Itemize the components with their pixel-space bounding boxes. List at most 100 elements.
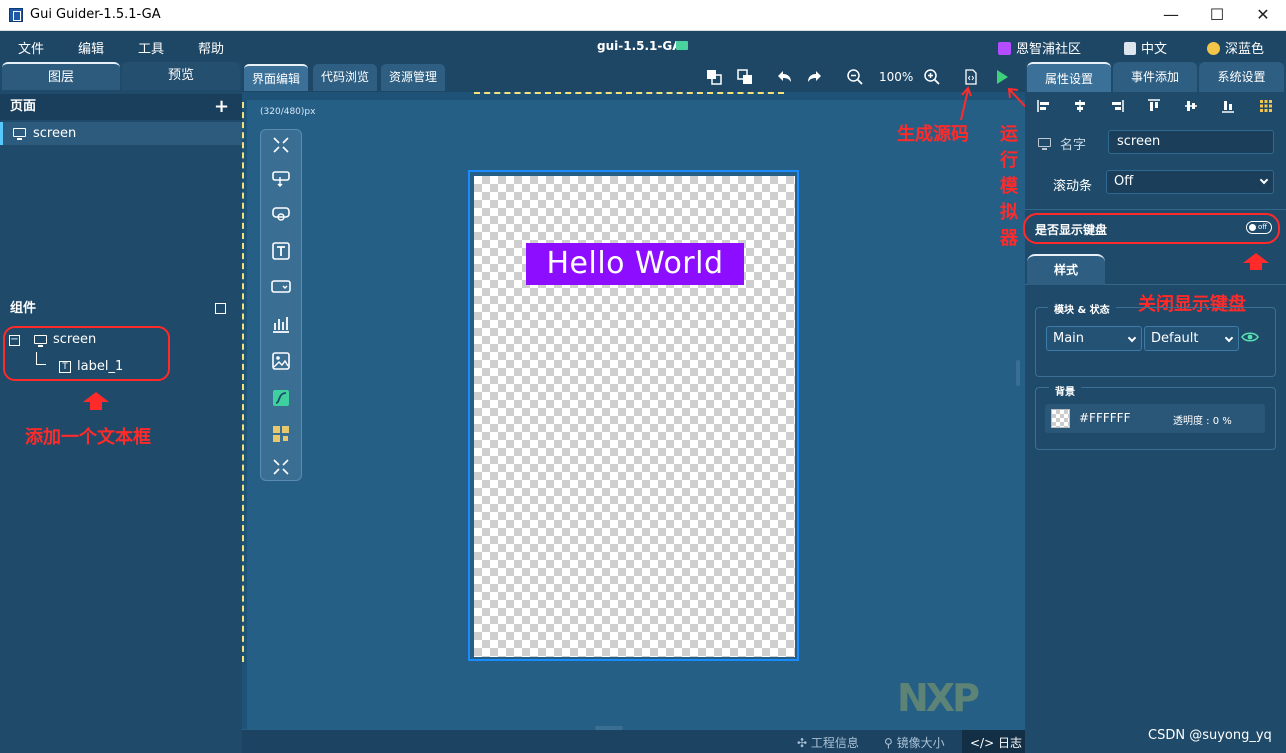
editor-area: 界面编辑 代码浏览 资源管理 100% (320/480)px 生成源码 运行模… [242,62,1037,753]
annotation-arrow-stem [90,402,102,410]
theme-selector[interactable]: 深蓝色 [1207,38,1264,57]
undo-icon[interactable] [775,68,793,86]
state-value: Default [1151,331,1199,346]
expand-toolbox-icon[interactable] [270,456,292,478]
status-bar: ✣ 工程信息 ⚲ 镜像大小 </> 日志 [242,730,1025,753]
name-field[interactable]: screen [1108,130,1274,154]
editor-tabbar: 界面编辑 代码浏览 资源管理 100% [242,62,1025,92]
chevron-down-icon [1259,175,1269,185]
annotation-box-tree [3,326,170,381]
tab-events[interactable]: 事件添加 [1113,62,1197,92]
bring-front-icon[interactable] [705,68,723,86]
module-select[interactable]: Main [1046,326,1142,351]
chevron-down-icon [1224,333,1234,343]
grid-icon[interactable] [1259,99,1273,113]
tab-style[interactable]: 样式 [1027,254,1105,285]
monitor-icon [1038,138,1051,150]
screen-canvas[interactable]: Hello World [474,176,795,657]
title-bar: Gui Guider-1.5.1-GA — ☐ ✕ [0,0,1286,31]
hello-world-label[interactable]: Hello World [526,243,744,285]
align-middle-icon[interactable] [1184,99,1198,113]
panel-resize-handle[interactable] [1016,360,1020,386]
annotation-add-textbox: 添加一个文本框 [25,427,151,448]
eye-icon[interactable] [1241,330,1259,344]
menu-help[interactable]: 帮助 [198,38,224,57]
annotation-arrow-icon [960,86,972,121]
mirror-size-label: 镜像大小 [896,736,945,750]
monitor-icon [13,128,26,140]
scrollbar-label: 滚动条 [1053,179,1093,194]
zoom-out-icon[interactable] [846,68,864,86]
tab-preview[interactable]: 预览 [122,62,240,90]
color-swatch[interactable] [1051,409,1070,428]
tab-code-browser[interactable]: 代码浏览 [313,64,378,91]
chevron-down-icon [1127,333,1137,343]
components-header-label: 组件 [10,301,37,316]
image-button-icon[interactable] [270,203,292,225]
align-center-icon[interactable] [1073,99,1087,113]
bg-color-value: #FFFFFF [1079,411,1131,425]
app-icon [9,8,23,22]
close-button[interactable]: ✕ [1240,0,1286,30]
resolution-label: (320/480)px [260,107,316,117]
align-right-icon[interactable] [1110,99,1124,113]
send-back-icon[interactable] [736,68,754,86]
info-icon: ✣ [797,736,811,750]
project-info-label: 工程信息 [810,736,859,750]
right-panel: 属性设置 事件添加 系统设置 名字 screen 滚动条 Off 是否显示键盘 … [1023,62,1286,753]
menu-tools[interactable]: 工具 [138,38,164,57]
menu-edit[interactable]: 编辑 [78,38,104,57]
tab-properties[interactable]: 属性设置 [1027,62,1111,92]
tab-system-settings[interactable]: 系统设置 [1199,62,1284,92]
left-panel: 图层 预览 页面 + screen 组件 − screen T label_1 … [0,62,242,753]
annotation-arrow-icon [83,392,109,402]
menu-file[interactable]: 文件 [18,38,44,57]
dropdown-widget-icon[interactable] [270,276,292,298]
folder-icon[interactable] [676,41,688,50]
language-selector[interactable]: 中文 [1124,38,1167,57]
annotation-arrow-stem [1250,262,1262,270]
zoom-in-icon[interactable] [923,68,941,86]
components-header: 组件 [0,296,242,322]
pages-header: 页面 [0,94,242,120]
button-widget-icon[interactable] [270,167,292,189]
module-value: Main [1053,331,1085,346]
tab-resource-manager[interactable]: 资源管理 [381,64,446,91]
animation-widget-icon[interactable] [270,387,292,409]
language-label: 中文 [1141,42,1168,57]
state-select[interactable]: Default [1144,326,1239,351]
community-icon [998,42,1011,55]
tab-ui-editor[interactable]: 界面编辑 [244,64,309,91]
mirror-icon: ⚲ [884,736,897,750]
csdn-watermark: CSDN @suyong_yq [1148,728,1272,743]
page-item-screen[interactable]: screen [0,122,242,145]
community-link[interactable]: 恩智浦社区 [998,38,1081,57]
image-widget-icon[interactable] [270,350,292,372]
collapse-toolbox-icon[interactable] [270,134,292,156]
scrollbar-select[interactable]: Off [1106,170,1274,194]
language-icon [1124,42,1136,55]
add-page-button[interactable]: + [214,94,229,120]
background-label: 背景 [1049,383,1081,398]
theme-label: 深蓝色 [1225,42,1265,57]
external-link-icon[interactable] [215,303,226,314]
align-bottom-icon[interactable] [1221,99,1235,113]
log-label: 日志 [997,736,1022,750]
vertical-ruler-highlight [242,102,245,662]
tab-layers[interactable]: 图层 [2,62,120,90]
label-widget-icon[interactable] [270,240,292,262]
chart-widget-icon[interactable] [270,313,292,335]
maximize-button[interactable]: ☐ [1194,0,1240,30]
pages-header-label: 页面 [10,99,37,114]
project-info-button[interactable]: ✣ 工程信息 [797,734,859,751]
align-left-icon[interactable] [1037,99,1051,113]
qrcode-widget-icon[interactable] [270,423,292,445]
redo-icon[interactable] [806,68,824,86]
align-top-icon[interactable] [1147,99,1161,113]
scrollbar-value: Off [1114,174,1134,189]
log-button[interactable]: </> 日志 [962,730,1025,753]
bg-color-row[interactable]: #FFFFFF 透明度 : 0 % [1045,404,1265,433]
minimize-button[interactable]: — [1148,0,1194,30]
mirror-size-button[interactable]: ⚲ 镜像大小 [884,734,945,751]
opacity-label: 透明度 : 0 % [1173,416,1232,427]
